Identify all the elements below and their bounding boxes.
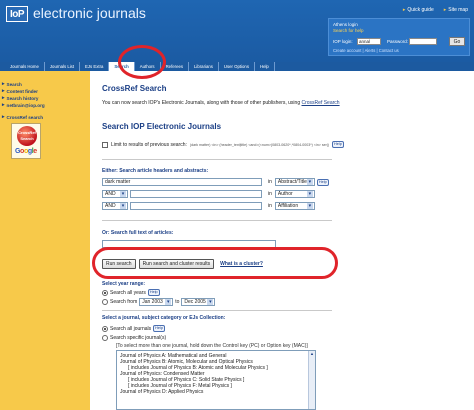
field-select-1[interactable]: Abstract/Title: [274, 178, 315, 186]
nav-user-options[interactable]: User Options: [219, 62, 255, 71]
password-field[interactable]: [409, 38, 437, 45]
specific-journals-row: Search specific journal(s): [102, 335, 166, 341]
sidebar-item-crossref[interactable]: CrossRef search: [2, 114, 90, 120]
iop-logo[interactable]: IoP: [6, 6, 28, 22]
sidebar: Search Content finder Search history net…: [0, 71, 90, 410]
journal-select-label: Select a journal, subject category or EJ…: [102, 315, 226, 321]
highlight-circle-buttons: [92, 247, 338, 279]
all-years-radio[interactable]: [102, 289, 108, 296]
search-term-input-2[interactable]: [130, 190, 262, 198]
journal-list[interactable]: Journal of Physics A: Mathematical and G…: [116, 350, 316, 410]
help-button[interactable]: Help: [153, 325, 165, 332]
search-term-input-3[interactable]: [130, 202, 262, 210]
sidebar-item-search[interactable]: Search: [2, 81, 90, 87]
limit-previous-checkbox[interactable]: [102, 141, 108, 148]
limit-previous-row: Limit to results of previous search: (da…: [102, 141, 344, 148]
sidebar-item-netbrain[interactable]: netbrain@iop.org: [2, 102, 90, 108]
in-label: in: [268, 191, 272, 197]
crossref-heading: CrossRef Search: [102, 84, 167, 93]
multi-select-note: [To select more than one journal, hold d…: [116, 343, 308, 349]
iop-login-label: IOP login:: [333, 39, 353, 44]
to-date-select[interactable]: Dec 2005: [181, 298, 216, 306]
all-years-label: Search all years: [110, 289, 146, 296]
full-text-label: Or: Search full text of articles:: [102, 230, 174, 236]
search-row-3: AND in Affiliation: [102, 202, 315, 210]
highlight-circle-search-tab: [118, 45, 166, 79]
year-range-label: Select year range:: [102, 281, 146, 287]
crossref-google-badge[interactable]: CrossRef Search Google: [11, 123, 41, 159]
google-logo: Google: [15, 148, 37, 155]
nav-journals-home[interactable]: Journals Home: [5, 62, 45, 71]
brand-title: electronic journals: [33, 5, 146, 21]
from-date-select[interactable]: Jan 2003: [139, 298, 174, 306]
quick-guide-link[interactable]: Quick guide: [403, 7, 433, 13]
search-row-1: dark matter in Abstract/Title Help: [102, 178, 329, 186]
limit-previous-label: Limit to results of previous search:: [111, 141, 187, 148]
login-panel: Athens login Search for help IOP login: …: [328, 18, 470, 56]
field-select-2[interactable]: Author: [274, 190, 315, 198]
intro-text: You can now search IOP's Electronic Jour…: [102, 100, 340, 106]
divider: [102, 159, 332, 160]
username-field[interactable]: annal: [357, 38, 381, 45]
search-term-input-1[interactable]: dark matter: [102, 178, 262, 186]
divider: [102, 310, 332, 311]
sidebar-item-search-history[interactable]: Search history: [2, 95, 90, 101]
list-scrollbar[interactable]: [308, 351, 315, 409]
nav-librarians[interactable]: Librarians: [189, 62, 219, 71]
help-button[interactable]: Help: [332, 141, 344, 148]
year-range-row: Search from Jan 2003 to Dec 2005: [102, 298, 216, 306]
operator-select-3[interactable]: AND: [102, 202, 128, 210]
search-help-link[interactable]: Search for help: [333, 28, 364, 33]
crossref-search-link[interactable]: CrossRef Search: [302, 100, 340, 106]
all-journals-row: Search all journals Help: [102, 325, 165, 332]
all-journals-label: Search all journals: [110, 325, 152, 332]
nav-ejs-extra[interactable]: EJs Extra: [80, 62, 110, 71]
account-links[interactable]: Create account | Alerts | Contact us: [333, 48, 399, 53]
site-map-link[interactable]: Site map: [444, 7, 468, 13]
specific-journals-label: Search specific journal(s): [110, 335, 167, 341]
login-go-button[interactable]: Go: [449, 37, 465, 46]
previous-query-text: (dark matter) <in> (header_text|title) <…: [189, 142, 329, 147]
in-label: in: [268, 203, 272, 209]
to-label: to: [175, 299, 180, 305]
main-nav: Journals Home Journals List EJs Extra Se…: [0, 62, 474, 71]
in-label: in: [268, 179, 272, 185]
year-range-radio[interactable]: [102, 299, 108, 305]
headers-abstracts-label: Either: Search article headers and abstr…: [102, 168, 209, 174]
crossref-logo-icon: CrossRef Search: [17, 126, 37, 146]
password-label: Password:: [387, 39, 409, 44]
help-button[interactable]: Help: [147, 289, 160, 296]
nav-journals-list[interactable]: Journals List: [45, 62, 81, 71]
athens-login-link[interactable]: Athens login: [333, 22, 358, 27]
all-journals-radio[interactable]: [102, 325, 108, 332]
site-header: IoP electronic journals Quick guide Site…: [0, 0, 474, 62]
search-row-2: AND in Author: [102, 190, 315, 198]
sidebar-item-content-finder[interactable]: Content finder: [2, 88, 90, 94]
specific-journals-radio[interactable]: [102, 335, 108, 341]
page-title: Search IOP Electronic Journals: [102, 122, 222, 131]
list-item[interactable]: Journal of Physics D: Applied Physics: [120, 389, 312, 395]
operator-select-2[interactable]: AND: [102, 190, 128, 198]
help-button[interactable]: Help: [316, 178, 329, 186]
all-years-row: Search all years Help: [102, 289, 160, 296]
search-from-label: Search from: [110, 299, 138, 305]
divider: [102, 220, 332, 221]
nav-help[interactable]: Help: [255, 62, 275, 71]
top-links: Quick guide Site map: [403, 7, 468, 13]
field-select-3[interactable]: Affiliation: [274, 202, 315, 210]
